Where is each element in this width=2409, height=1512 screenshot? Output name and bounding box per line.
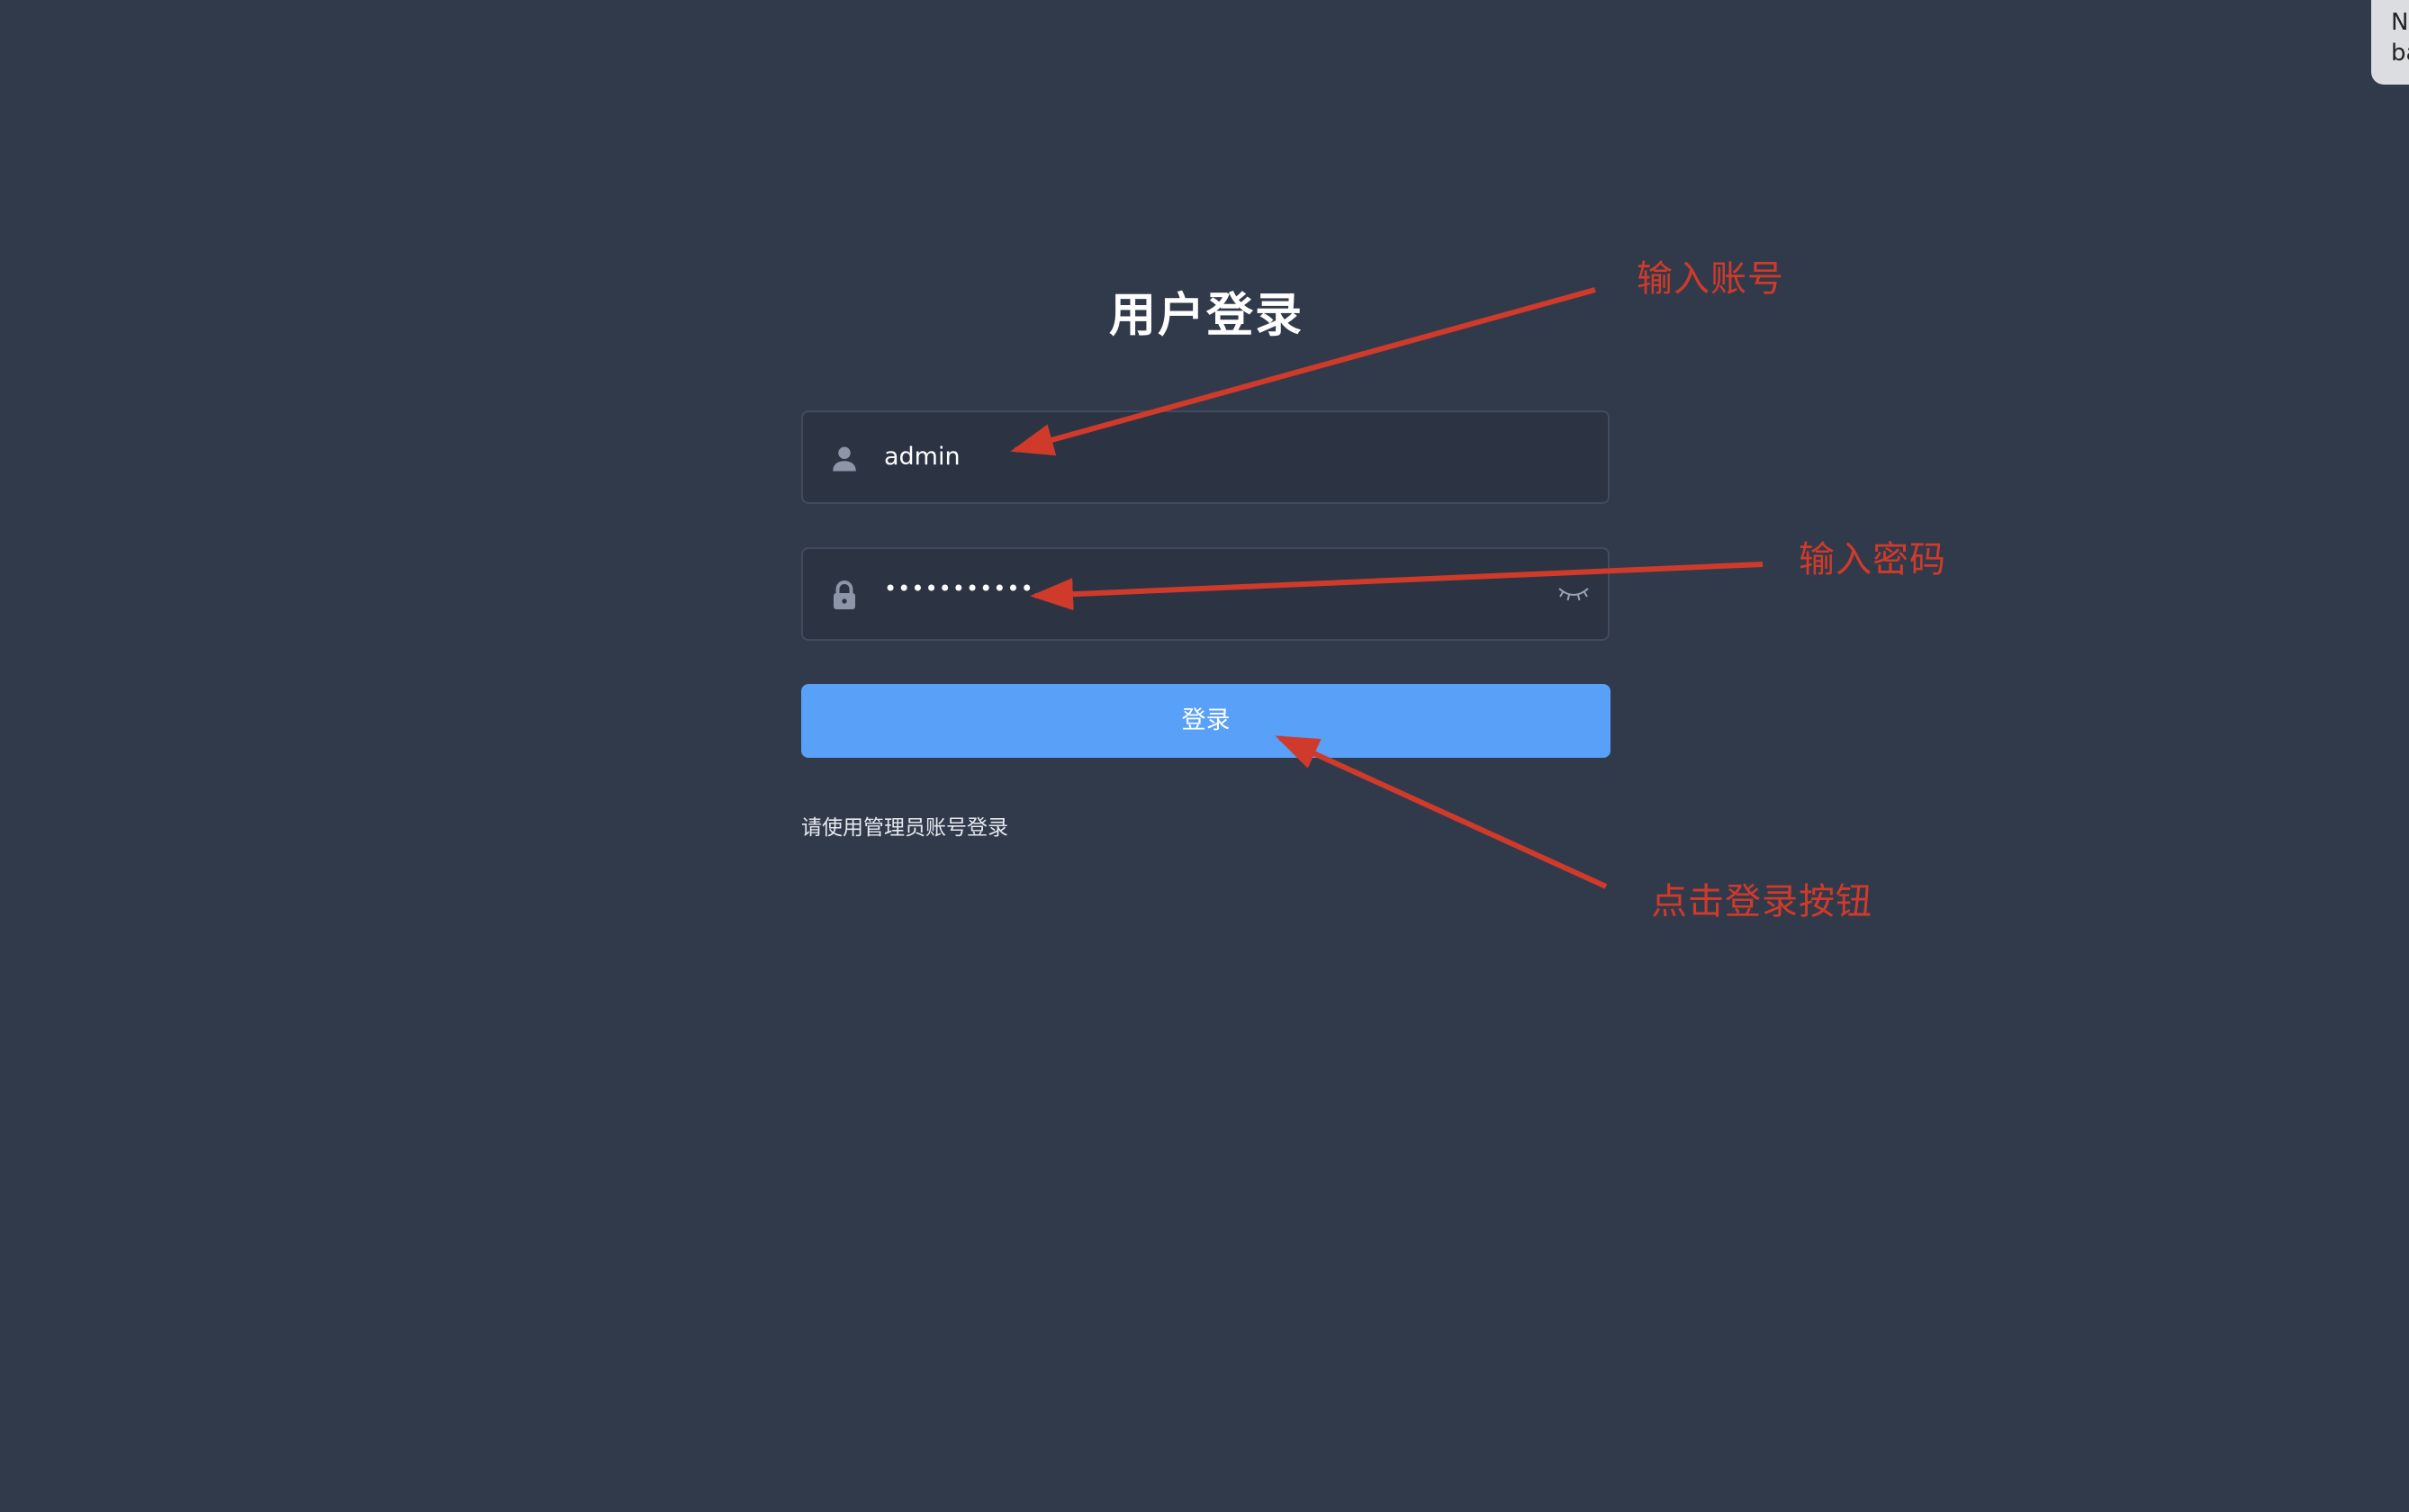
password-field[interactable]: ••••••••••• — [801, 547, 1610, 641]
annotation-enter-password: 输入密码 — [1799, 539, 1946, 580]
lock-icon — [834, 580, 855, 609]
user-icon — [833, 446, 856, 472]
password-value[interactable]: ••••••••••• — [884, 544, 1034, 634]
annotation-click-login: 点击登录按钮 — [1651, 881, 1872, 922]
corner-notification-line2: ba — [2391, 40, 2409, 67]
page-title: 用户登录 — [1108, 289, 1304, 343]
eye-closed-icon[interactable] — [1556, 581, 1592, 607]
arrow-to-login-button — [1275, 735, 1608, 889]
login-hint: 请使用管理员账号登录 — [801, 816, 1008, 840]
username-value[interactable]: admin — [884, 412, 961, 502]
username-field[interactable]: admin — [801, 410, 1610, 504]
corner-notification-line1: N — [2391, 9, 2409, 36]
login-page: 用户登录 admin ••••••••••• 登录 请使用管理员账号登录 输入账… — [0, 0, 2409, 1512]
annotation-enter-account: 输入账号 — [1637, 258, 1784, 300]
login-button[interactable]: 登录 — [801, 684, 1611, 758]
corner-notification[interactable]: N ba — [2371, 0, 2409, 85]
